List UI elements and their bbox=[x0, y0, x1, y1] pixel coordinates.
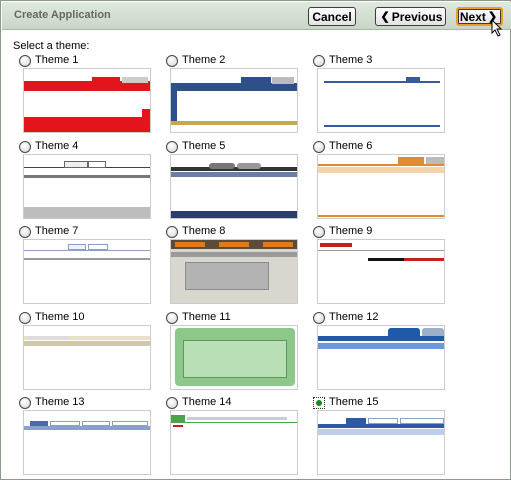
cancel-button[interactable]: Cancel bbox=[308, 7, 356, 26]
theme-radio-8[interactable] bbox=[166, 226, 178, 238]
theme-option-1[interactable]: Theme 1 bbox=[17, 53, 157, 133]
theme-preview-9[interactable] bbox=[317, 239, 445, 304]
previous-button-label: Previous bbox=[391, 9, 443, 24]
theme-label-14: Theme 14 bbox=[182, 396, 232, 408]
theme-label-7: Theme 7 bbox=[35, 225, 79, 237]
theme-option-3[interactable]: Theme 3 bbox=[311, 53, 451, 133]
theme-label-15: Theme 15 bbox=[329, 396, 379, 408]
cancel-button-label: Cancel bbox=[312, 9, 352, 24]
theme-radio-3[interactable] bbox=[313, 55, 325, 67]
theme-option-10[interactable]: Theme 10 bbox=[17, 310, 157, 390]
theme-radio-10[interactable] bbox=[19, 312, 31, 324]
theme-option-11[interactable]: Theme 11 bbox=[164, 310, 304, 390]
theme-preview-4[interactable] bbox=[23, 154, 151, 219]
theme-option-8[interactable]: Theme 8 bbox=[164, 224, 304, 304]
theme-label-2: Theme 2 bbox=[182, 54, 226, 66]
theme-radio-5[interactable] bbox=[166, 141, 178, 153]
theme-radio-13[interactable] bbox=[19, 397, 31, 409]
theme-preview-12[interactable] bbox=[317, 325, 445, 390]
theme-preview-14[interactable] bbox=[170, 410, 298, 475]
theme-radio-6[interactable] bbox=[313, 141, 325, 153]
theme-radio-14[interactable] bbox=[166, 397, 178, 409]
theme-radio-15[interactable] bbox=[313, 397, 325, 409]
theme-label-12: Theme 12 bbox=[329, 311, 379, 323]
create-application-dialog: Create Application Cancel ❮ Previous Nex… bbox=[0, 0, 511, 480]
theme-preview-10[interactable] bbox=[23, 325, 151, 390]
theme-label-13: Theme 13 bbox=[35, 396, 85, 408]
theme-label-8: Theme 8 bbox=[182, 225, 226, 237]
theme-radio-9[interactable] bbox=[313, 226, 325, 238]
theme-option-5[interactable]: Theme 5 bbox=[164, 139, 304, 219]
theme-preview-13[interactable] bbox=[23, 410, 151, 475]
theme-option-13[interactable]: Theme 13 bbox=[17, 395, 157, 475]
theme-option-7[interactable]: Theme 7 bbox=[17, 224, 157, 304]
title-bar: Create Application Cancel ❮ Previous Nex… bbox=[2, 2, 511, 30]
theme-option-14[interactable]: Theme 14 bbox=[164, 395, 304, 475]
theme-radio-2[interactable] bbox=[166, 55, 178, 67]
theme-option-4[interactable]: Theme 4 bbox=[17, 139, 157, 219]
theme-preview-2[interactable] bbox=[170, 68, 298, 133]
theme-label-11: Theme 11 bbox=[182, 311, 231, 323]
next-button-label: Next bbox=[459, 9, 486, 24]
theme-label-6: Theme 6 bbox=[329, 140, 373, 152]
chevron-left-icon: ❮ bbox=[380, 11, 390, 23]
theme-label-10: Theme 10 bbox=[35, 311, 85, 323]
theme-option-12[interactable]: Theme 12 bbox=[311, 310, 451, 390]
theme-preview-1[interactable] bbox=[23, 68, 151, 133]
theme-radio-4[interactable] bbox=[19, 141, 31, 153]
theme-option-2[interactable]: Theme 2 bbox=[164, 53, 304, 133]
theme-preview-15[interactable] bbox=[317, 410, 445, 475]
theme-label-4: Theme 4 bbox=[35, 140, 79, 152]
theme-option-6[interactable]: Theme 6 bbox=[311, 139, 451, 219]
theme-preview-7[interactable] bbox=[23, 239, 151, 304]
theme-radio-11[interactable] bbox=[166, 312, 178, 324]
theme-preview-11[interactable] bbox=[170, 325, 298, 390]
mouse-pointer-icon bbox=[491, 19, 503, 37]
vertical-scrollbar[interactable] bbox=[497, 37, 509, 479]
previous-button[interactable]: ❮ Previous bbox=[375, 7, 446, 26]
theme-label-1: Theme 1 bbox=[35, 54, 79, 66]
theme-option-15[interactable]: Theme 15 bbox=[311, 395, 451, 475]
theme-label-5: Theme 5 bbox=[182, 140, 226, 152]
dialog-title: Create Application bbox=[14, 9, 111, 21]
theme-label-3: Theme 3 bbox=[329, 54, 373, 66]
select-theme-prompt: Select a theme: bbox=[13, 40, 90, 52]
theme-radio-7[interactable] bbox=[19, 226, 31, 238]
theme-preview-6[interactable] bbox=[317, 154, 445, 219]
theme-preview-5[interactable] bbox=[170, 154, 298, 219]
theme-preview-8[interactable] bbox=[170, 239, 298, 304]
theme-preview-3[interactable] bbox=[317, 68, 445, 133]
theme-option-9[interactable]: Theme 9 bbox=[311, 224, 451, 304]
theme-radio-12[interactable] bbox=[313, 312, 325, 324]
theme-radio-1[interactable] bbox=[19, 55, 31, 67]
theme-label-9: Theme 9 bbox=[329, 225, 373, 237]
